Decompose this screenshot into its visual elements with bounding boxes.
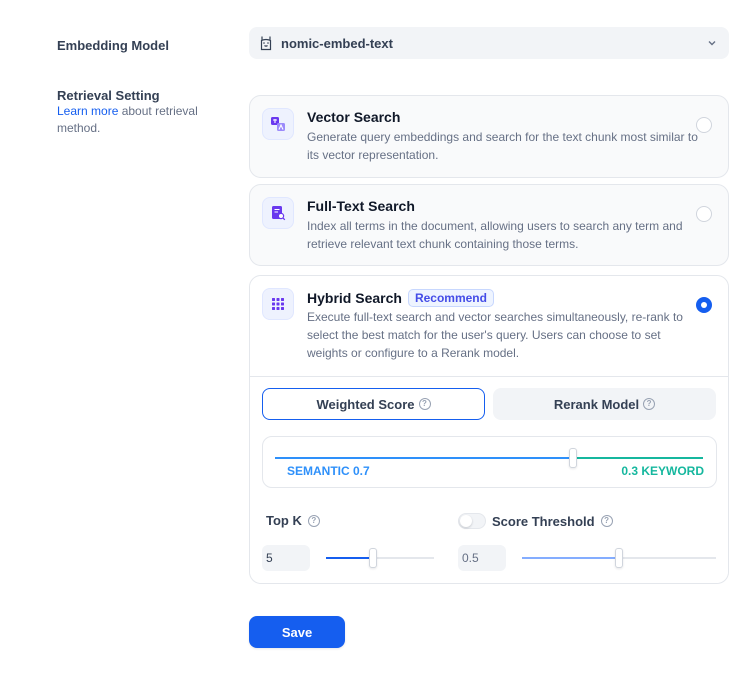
weight-slider-handle[interactable] [569,448,577,468]
hybrid-search-radio[interactable] [696,297,712,313]
top-k-label: Top K [266,513,302,528]
score-threshold-slider[interactable] [522,548,716,568]
top-k-slider-handle[interactable] [369,548,377,568]
full-text-search-desc: Index all terms in the document, allowin… [307,219,683,251]
score-threshold-input[interactable]: 0.5 [458,545,506,571]
hybrid-search-option[interactable]: Hybrid Search Recommend Execute full-text… [249,275,729,584]
learn-more-link[interactable]: Learn more [57,104,118,118]
recommend-badge: Recommend [407,289,494,307]
score-threshold-slider-handle[interactable] [615,548,623,568]
tab-weighted-score[interactable]: Weighted Score ? [262,388,485,420]
save-button[interactable]: Save [249,616,345,648]
hybrid-search-desc: Execute full-text search and vector sear… [307,310,683,360]
help-icon[interactable]: ? [600,515,613,527]
hybrid-search-settings: Weighted Score ? Rerank Model ? SEMANTIC… [250,376,728,583]
hybrid-search-title-row: Hybrid Search Recommend [307,289,494,307]
tab-rerank-model-label: Rerank Model [553,396,640,412]
vector-search-radio[interactable] [696,117,712,133]
retrieval-setting-label: Retrieval Setting [57,88,160,103]
full-text-search-option[interactable]: Full-Text Search Index all terms in the … [249,184,729,266]
score-threshold-label: Score Threshold [492,513,595,529]
embedding-model-name: nomic-embed-text [281,35,393,51]
vector-search-option[interactable]: Vector Search Generate query embeddings … [249,95,729,178]
full-text-search-icon [262,197,294,229]
keyword-weight-label: 0.3 KEYWORD [621,464,704,478]
top-k-input[interactable]: 5 [262,545,310,571]
vector-search-desc: Generate query embeddings and search for… [307,130,698,162]
keyword-weight-track [573,457,703,459]
embedding-model-select[interactable]: nomic-embed-text [249,27,729,59]
full-text-search-title: Full-Text Search [307,198,415,214]
chevron-down-icon [708,41,716,46]
hybrid-search-icon [262,288,294,320]
retrieval-setting-description: Learn more about retrieval method. [57,103,222,137]
full-text-search-radio[interactable] [696,206,712,222]
top-k-label-row: Top K ? [266,513,320,528]
vector-search-title: Vector Search [307,109,401,125]
top-k-slider-fill [326,557,373,559]
score-threshold-toggle[interactable] [458,513,486,529]
score-threshold-label-row: Score Threshold ? [458,513,613,529]
semantic-weight-track [275,457,573,459]
tab-weighted-score-label: Weighted Score [316,396,415,412]
help-icon[interactable]: ? [418,398,431,410]
help-icon[interactable]: ? [643,398,656,410]
semantic-weight-label: SEMANTIC 0.7 [287,464,370,478]
help-icon[interactable]: ? [307,514,320,527]
hybrid-search-header: Hybrid Search Recommend Execute full-text… [250,276,728,376]
hybrid-search-title: Hybrid Search [307,290,402,306]
embedding-model-label: Embedding Model [57,38,169,53]
vector-search-icon [262,108,294,140]
score-threshold-slider-fill [522,557,619,559]
weight-slider-box: SEMANTIC 0.7 0.3 KEYWORD [262,436,717,488]
top-k-slider[interactable] [326,548,434,568]
tab-rerank-model[interactable]: Rerank Model ? [493,388,716,420]
llama-icon [260,36,272,51]
